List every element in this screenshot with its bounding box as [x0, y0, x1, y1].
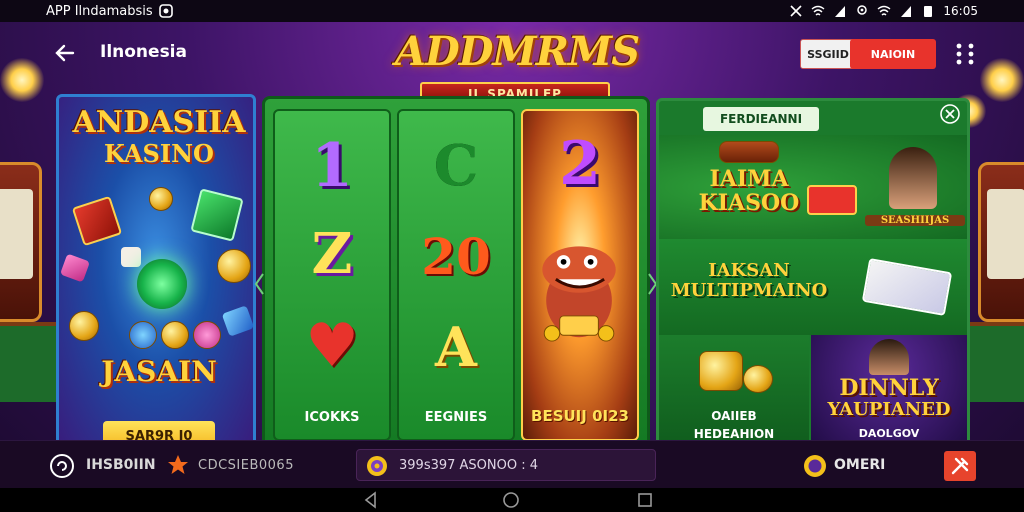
promo-title: ANDASIIA: [72, 105, 246, 140]
reel-symbol: ♥: [305, 311, 359, 381]
grid-header: FERDIEANNI: [703, 107, 819, 131]
header-primary-button[interactable]: NAIOIN: [850, 39, 936, 69]
bottom-center-field[interactable]: 399s397 ASONOO : 4: [356, 449, 656, 481]
host-avatar-icon: [889, 147, 937, 209]
dots-grid-icon[interactable]: [954, 40, 976, 68]
location-label: Ilnonesia: [100, 42, 187, 62]
promo-panel-left[interactable]: ANDASIIA KASINO JASAIN SAR9R I0: [56, 94, 256, 458]
status-left: APP Ilndamabsis: [46, 4, 173, 19]
chevron-left-icon[interactable]: [254, 272, 264, 296]
game-tile-line-1: DINNLY: [839, 375, 939, 401]
reel-symbol: 20: [421, 227, 491, 286]
coin-icon: [719, 141, 779, 163]
game-tile[interactable]: OAIIEB HEDEAHION: [659, 335, 809, 455]
slot-machine-right-decor: [978, 162, 1024, 322]
reel-symbol: A: [435, 315, 477, 379]
nav-recents-icon[interactable]: [636, 491, 654, 509]
reel-1[interactable]: 1 Z ♥ ICOKKS: [273, 109, 391, 441]
game-tile-line-2: YAUPIANED: [827, 399, 951, 420]
coin-icon: [743, 365, 773, 393]
chip-tray-icon: [807, 185, 857, 215]
status-time: 16:05: [943, 4, 978, 18]
tools-button[interactable]: [944, 451, 976, 481]
game-tile[interactable]: IAKSAN MULTIPMAINO: [659, 239, 967, 335]
tools-icon: [951, 457, 969, 475]
status-app-label: APP Ilndamabsis: [46, 3, 153, 19]
back-button[interactable]: [50, 38, 80, 68]
reel-2[interactable]: C 20 A EEGNIES: [397, 109, 515, 441]
coin-icon: [129, 321, 157, 349]
system-nav-bar: [0, 488, 1024, 512]
signal-2-icon: [901, 6, 912, 17]
slot-machine-left-decor: [0, 162, 42, 322]
chip-icon: [804, 455, 826, 477]
close-icon[interactable]: [939, 103, 961, 125]
status-right: 16:05: [789, 4, 978, 18]
refresh-icon[interactable]: [48, 452, 76, 480]
notification-icon: [158, 4, 173, 18]
nav-home-icon[interactable]: [502, 491, 520, 509]
bottom-center-text: 399s397 ASONOO : 4: [399, 458, 539, 473]
coin-stack-icon: [699, 351, 743, 391]
reel-symbol: 1: [311, 131, 353, 201]
game-tile-line-3: DAOLGOV: [858, 427, 920, 440]
coin-icon: [69, 311, 99, 341]
promo-subtitle: KASINO: [104, 139, 214, 168]
promo-game-name: JASAIN: [101, 355, 217, 388]
gift-box-icon: [71, 195, 123, 247]
bottom-left-label[interactable]: IHSB0IIN: [86, 457, 156, 473]
wifi-icon: [811, 5, 825, 16]
game-tile[interactable]: IAIMA KIASOO SEASHIIJAS: [659, 135, 967, 239]
table-right-decor: [970, 322, 1024, 402]
nav-back-icon[interactable]: [362, 491, 380, 509]
chip-icon: [367, 456, 387, 476]
signal-icon: [835, 6, 846, 17]
gem-icon: [221, 305, 253, 337]
brand-title: ADDMRMS: [395, 28, 640, 75]
game-tile-badge: SEASHIIJAS: [865, 215, 965, 226]
reel-symbol: Z: [311, 221, 353, 287]
lamp-right-icon: [980, 58, 1024, 102]
reel-3-bonus[interactable]: 2 BESUIJ 0I23: [521, 109, 639, 441]
game-tile-title: IAKSAN MULTIPMAINO: [670, 260, 828, 301]
coin-icon: [161, 321, 189, 349]
header-secondary-button[interactable]: SSGIID: [800, 39, 856, 69]
wifi-2-icon: [877, 5, 891, 16]
bottom-app-bar: IHSB0IIN CDCSIEB0065 399s397 ASONOO : 4 …: [0, 440, 1024, 488]
dinosaur-mascot-icon: [542, 246, 616, 342]
star-icon: [168, 455, 188, 474]
battery-icon: [924, 6, 933, 17]
reel-caption: BESUIJ 0I23: [531, 407, 629, 425]
coin-icon: [149, 187, 173, 211]
game-tile[interactable]: DINNLY YAUPIANED DAOLGOV: [811, 335, 967, 455]
location-icon: [857, 5, 868, 15]
player-avatar-icon: [869, 339, 909, 375]
app-stage: Ilnonesia ADDMRMS IL SPAMILEP SSGIID NAI…: [0, 22, 1024, 488]
lamp-left-icon: [0, 58, 44, 102]
reel-symbol: C: [433, 133, 479, 199]
green-chip-icon: [137, 259, 187, 309]
gem-icon: [59, 253, 91, 283]
arrow-left-icon: [55, 44, 75, 62]
roulette-board-icon: [861, 258, 953, 316]
reel-symbol: 2: [559, 129, 601, 199]
game-grid-panel: FERDIEANNI IAIMA KIASOO SEASHIIJAS IAKSA…: [656, 98, 970, 458]
game-tile-line-1: OAIIEB: [711, 409, 757, 423]
coin-icon: [217, 249, 251, 283]
reel-caption: EEGNIES: [424, 410, 488, 425]
bottom-right-label[interactable]: OMERI: [834, 457, 885, 473]
table-left-decor: [0, 322, 60, 402]
dice-icon: [121, 247, 141, 267]
mute-icon: [790, 5, 802, 17]
game-tile-title: IAIMA KIASOO: [698, 166, 800, 216]
reel-caption: ICOKKS: [304, 410, 360, 425]
bottom-left-code: CDCSIEB0065: [198, 458, 294, 473]
coin-icon: [193, 321, 221, 349]
status-bar: APP Ilndamabsis 16:05: [0, 0, 1024, 22]
slot-reels-panel: 1 Z ♥ ICOKKS C 20 A EEGNIES 2 BESUIJ 0I2: [262, 96, 650, 460]
game-tile-line-2: HEDEAHION: [693, 427, 775, 441]
emerald-box-icon: [190, 188, 244, 242]
